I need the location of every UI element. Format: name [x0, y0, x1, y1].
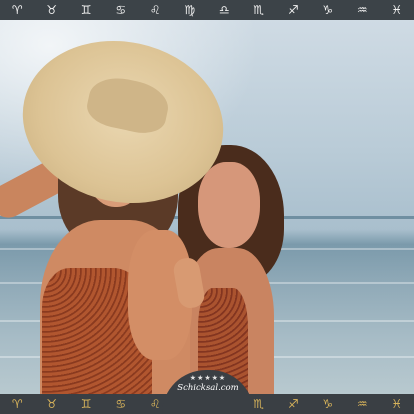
gemini-icon[interactable]: ♊: [74, 0, 98, 20]
archer-icon[interactable]: ♐: [281, 394, 305, 414]
fish-icon[interactable]: ♓: [385, 394, 409, 414]
virgo-icon[interactable]: ♍: [178, 0, 202, 20]
bull-icon[interactable]: ♉: [40, 394, 64, 414]
zodiac-nav-bar: ♈ ♉ ♊ ♋ ♌ ♍ ♎ ♏ ♐ ♑ ♒ ♓: [0, 0, 414, 20]
hero-photo: [0, 20, 414, 394]
taurus-icon[interactable]: ♉: [40, 0, 64, 20]
cancer-icon[interactable]: ♋: [109, 0, 133, 20]
leo-icon[interactable]: ♌: [143, 0, 167, 20]
logo-stars: ★★★★★: [189, 374, 227, 382]
pisces-icon[interactable]: ♓: [385, 0, 409, 20]
logo-text: Schicksal.com: [177, 383, 239, 393]
ram-icon[interactable]: ♈: [5, 394, 29, 414]
aries-icon[interactable]: ♈: [5, 0, 29, 20]
crab-icon[interactable]: ♋: [109, 394, 133, 414]
capricorn-icon[interactable]: ♑: [316, 0, 340, 20]
scorpio-icon[interactable]: ♏: [247, 0, 271, 20]
woman-right-face: [198, 162, 260, 248]
libra-icon[interactable]: ♎: [212, 0, 236, 20]
aquarius-icon[interactable]: ♒: [350, 0, 374, 20]
water-bearer-icon[interactable]: ♒: [350, 394, 374, 414]
twins-icon[interactable]: ♊: [74, 394, 98, 414]
goat-icon[interactable]: ♑: [316, 394, 340, 414]
sagittarius-icon[interactable]: ♐: [281, 0, 305, 20]
